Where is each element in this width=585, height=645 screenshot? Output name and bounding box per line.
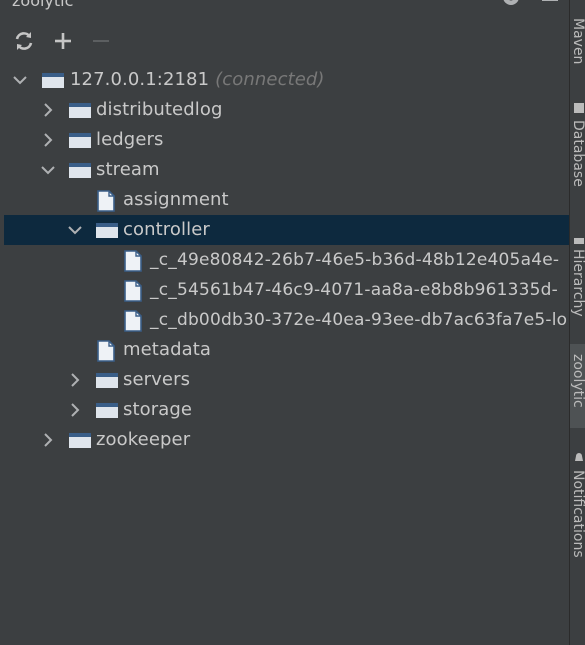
zoolytic-tool-window: zoolytic 127.0.0.1:2181 (connected) dist… <box>0 0 569 645</box>
tree-node-controller-child[interactable]: _c_49e80842-26b7-46e5-b36d-48b12e405a4e- <box>0 245 569 275</box>
file-icon <box>124 310 142 336</box>
side-tab-label: Database <box>570 120 585 187</box>
folder-icon <box>95 370 119 394</box>
tree-node-controller-child[interactable]: _c_db00db30-372e-40ea-93ee-db7ac63fa7e5-… <box>0 305 569 335</box>
tree-node-metadata[interactable]: metadata <box>0 335 569 365</box>
file-icon <box>97 340 115 366</box>
node-label: distributedlog <box>96 99 223 120</box>
node-label: stream <box>96 159 160 180</box>
node-label: metadata <box>123 339 212 360</box>
file-icon <box>97 190 115 216</box>
side-tab-label: Maven <box>570 18 585 65</box>
folder-icon <box>68 100 92 124</box>
connection-status: (connected) <box>215 69 325 90</box>
tool-window-title: zoolytic <box>12 0 74 10</box>
tree-node-stream[interactable]: stream <box>0 155 569 185</box>
tree-node-servers[interactable]: servers <box>0 365 569 395</box>
znode-tree: 127.0.0.1:2181 (connected) distributedlog <box>0 65 569 635</box>
add-icon[interactable] <box>51 29 75 53</box>
chevron-right-icon[interactable] <box>67 402 83 418</box>
chevron-down-icon[interactable] <box>12 72 28 88</box>
node-label: _c_db00db30-372e-40ea-93ee-db7ac63fa7e5-… <box>150 310 568 330</box>
tree-node-controller-child[interactable]: _c_54561b47-46c9-4071-aa8a-e8b8b961335d- <box>0 275 569 305</box>
node-label: _c_49e80842-26b7-46e5-b36d-48b12e405a4e- <box>150 250 560 270</box>
folder-icon <box>95 220 119 244</box>
side-tab-zoolytic[interactable]: zoolytic <box>570 344 585 428</box>
hierarchy-icon <box>574 231 584 244</box>
folder-icon <box>68 430 92 454</box>
tree-root-row[interactable]: 127.0.0.1:2181 (connected) <box>0 65 569 95</box>
file-icon <box>124 280 142 306</box>
tree-node-controller[interactable]: controller <box>4 215 569 245</box>
chevron-right-icon[interactable] <box>40 432 56 448</box>
tree-node-storage[interactable]: storage <box>0 395 569 425</box>
tree-node-ledgers[interactable]: ledgers <box>0 125 569 155</box>
folder-icon <box>68 130 92 154</box>
file-icon <box>124 250 142 276</box>
node-label: assignment <box>123 189 229 210</box>
node-label: storage <box>123 399 193 420</box>
side-tab-database[interactable]: Database <box>570 90 585 210</box>
node-label: _c_54561b47-46c9-4071-aa8a-e8b8b961335d- <box>150 280 559 300</box>
tree-node-zookeeper[interactable]: zookeeper <box>0 425 569 455</box>
tree-node-distributedlog[interactable]: distributedlog <box>0 95 569 125</box>
node-label: ledgers <box>96 129 164 150</box>
side-tab-maven[interactable]: Maven <box>570 0 585 80</box>
side-tab-hierarchy[interactable]: Hierarchy <box>570 225 585 335</box>
chevron-right-icon[interactable] <box>40 102 56 118</box>
chevron-right-icon[interactable] <box>40 132 56 148</box>
database-icon <box>574 98 584 113</box>
toolbar <box>0 25 569 57</box>
right-tool-strip: Maven Database Hierarchy zoolytic Notifi… <box>570 0 585 645</box>
node-label: zookeeper <box>96 429 191 450</box>
minimize-icon[interactable] <box>540 0 560 13</box>
tool-window-header: zoolytic <box>0 0 569 20</box>
root-label: 127.0.0.1:2181 (connected) <box>70 69 325 90</box>
node-label: controller <box>123 219 210 240</box>
folder-icon <box>68 160 92 184</box>
side-tab-label: Notifications <box>570 470 585 558</box>
chevron-right-icon[interactable] <box>67 372 83 388</box>
gear-icon[interactable] <box>500 0 522 13</box>
side-tab-label: zoolytic <box>570 354 585 408</box>
folder-icon <box>41 70 65 94</box>
bell-icon <box>574 448 584 461</box>
tree-node-assignment[interactable]: assignment <box>0 185 569 215</box>
side-tab-label: Hierarchy <box>570 249 585 317</box>
remove-icon[interactable] <box>89 29 113 53</box>
chevron-down-icon[interactable] <box>67 222 83 238</box>
refresh-icon[interactable] <box>12 29 36 53</box>
side-tab-notifications[interactable]: Notifications <box>570 440 585 590</box>
node-label: servers <box>123 369 191 390</box>
chevron-down-icon[interactable] <box>40 162 56 178</box>
folder-icon <box>95 400 119 424</box>
